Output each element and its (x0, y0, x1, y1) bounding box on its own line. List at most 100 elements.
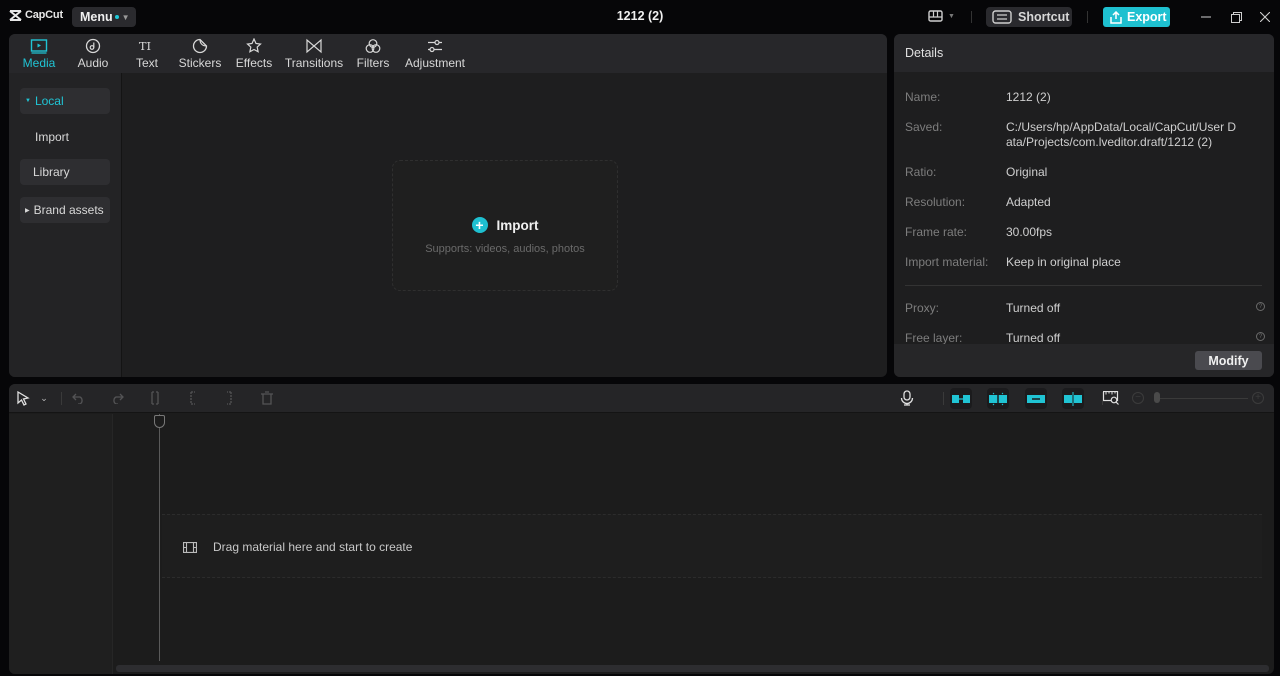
preview-axis-button[interactable] (1062, 388, 1084, 409)
select-tool-dropdown[interactable]: ⌄ (36, 390, 52, 406)
sidebar-item-library[interactable]: Library (20, 159, 110, 185)
sidebar-item-label: Import (35, 130, 70, 144)
divider (61, 392, 62, 405)
import-label: Import (496, 217, 539, 233)
zoom-out-button[interactable]: − (1132, 392, 1144, 404)
close-button[interactable] (1257, 9, 1273, 25)
svg-text:TI: TI (139, 39, 151, 53)
shortcut-button[interactable]: Shortcut (986, 7, 1072, 27)
tab-filters[interactable]: Filters (348, 34, 398, 73)
divider (905, 285, 1262, 286)
notification-dot (114, 15, 119, 19)
plus-icon: + (1255, 392, 1261, 403)
tab-transitions[interactable]: Transitions (280, 34, 348, 73)
transitions-icon (306, 38, 322, 54)
chevron-down-icon: ⌄ (40, 392, 48, 403)
playhead-handle[interactable] (154, 415, 165, 428)
delete-right-button[interactable] (221, 390, 237, 406)
sidebar-item-import[interactable]: Import (20, 124, 110, 150)
detail-value: 30.00fps (1006, 225, 1053, 239)
chevron-down-icon: ▼ (121, 12, 130, 22)
tab-stickers[interactable]: Stickers (172, 34, 228, 73)
detail-row-saved: Saved: C:/Users/hp/AppData/Local/CapCut/… (905, 120, 1265, 150)
preview-axis-icon (1064, 391, 1082, 406)
delete-button[interactable] (259, 390, 275, 406)
keyboard-icon (992, 10, 1012, 24)
sidebar-item-local[interactable]: ▼ Local (20, 88, 110, 114)
tab-effects-label: Effects (235, 56, 273, 70)
auto-snapping-button[interactable] (987, 388, 1009, 409)
detail-key: Name: (905, 90, 941, 104)
split-button[interactable] (147, 390, 163, 406)
track-headers (9, 414, 113, 674)
title-bar: CapCut Menu ▼ 1212 (2) ▼ Shortcut Export (0, 0, 1280, 33)
detail-row-ratio: Ratio: Original (905, 165, 1265, 180)
modify-button[interactable]: Modify (1195, 351, 1262, 370)
timeline-horizontal-scrollbar[interactable] (116, 665, 1269, 672)
minimize-icon (1201, 16, 1211, 18)
tab-stickers-label: Stickers (178, 56, 222, 70)
divider (1087, 11, 1088, 23)
import-drop-area[interactable]: + Import Supports: videos, audios, photo… (392, 160, 618, 291)
zoom-to-fit-button[interactable] (1103, 390, 1119, 406)
adjustment-icon (428, 39, 442, 53)
filters-icon (365, 39, 381, 53)
app-logo: CapCut (9, 9, 63, 21)
record-audio-button[interactable] (899, 390, 915, 406)
redo-button[interactable] (109, 390, 125, 406)
trash-icon (261, 391, 273, 405)
film-icon (183, 542, 197, 553)
sidebar-item-brand-assets[interactable]: ▶ Brand assets (20, 197, 110, 223)
detail-row-import-material: Import material: Keep in original place (905, 255, 1265, 270)
text-icon: TI (139, 39, 151, 53)
detail-value: Adapted (1006, 195, 1051, 209)
linkage-button[interactable] (1025, 388, 1047, 409)
export-button[interactable]: Export (1103, 7, 1170, 27)
playhead[interactable] (159, 414, 160, 661)
timeline-zoom-handle[interactable] (1154, 392, 1160, 403)
select-tool-button[interactable] (15, 390, 31, 406)
media-sidebar: ▼ Local Import Library ▶ Brand assets (9, 73, 122, 377)
help-icon[interactable]: ? (1256, 332, 1265, 341)
detail-key: Import material: (905, 255, 989, 269)
zoom-in-button[interactable]: + (1252, 392, 1264, 404)
import-button[interactable]: + Import (393, 217, 617, 233)
undo-button[interactable] (71, 390, 87, 406)
detail-row-frame-rate: Frame rate: 30.00fps (905, 225, 1265, 240)
detail-key: Frame rate: (905, 225, 968, 239)
tab-effects[interactable]: Effects (228, 34, 280, 73)
divider (943, 392, 944, 405)
tab-adjustment-label: Adjustment (404, 56, 466, 70)
caret-down-icon: ▼ (25, 98, 31, 104)
layout-button[interactable]: ▼ (928, 10, 955, 22)
tab-adjustment[interactable]: Adjustment (398, 34, 472, 73)
delete-left-button[interactable] (185, 390, 201, 406)
sidebar-item-label: Library (33, 165, 70, 179)
tab-transitions-label: Transitions (284, 56, 344, 70)
restore-icon (1230, 11, 1242, 23)
stickers-icon (192, 38, 208, 54)
minimize-button[interactable] (1198, 9, 1214, 25)
tab-filters-label: Filters (356, 56, 390, 70)
split-icon (151, 391, 159, 405)
cursor-icon (17, 390, 30, 406)
tab-audio[interactable]: Audio (64, 34, 122, 73)
menu-button[interactable]: Menu ▼ (72, 7, 136, 27)
tab-text-label: Text (135, 56, 158, 70)
timeline-drop-zone[interactable]: Drag material here and start to create (162, 514, 1262, 578)
sidebar-item-label: Brand assets (33, 203, 104, 217)
main-track-magnet-button[interactable] (950, 388, 972, 409)
restore-button[interactable] (1228, 9, 1244, 25)
timeline-zoom-slider[interactable] (1158, 398, 1248, 399)
tab-text[interactable]: TI Text (122, 34, 172, 73)
detail-value: Keep in original place (1006, 255, 1121, 269)
detail-value: C:/Users/hp/AppData/Local/CapCut/User Da… (1006, 120, 1237, 149)
magnet-track-icon (952, 394, 970, 403)
detail-row-name: Name: 1212 (2) (905, 90, 1265, 105)
tab-media[interactable]: Media (14, 34, 64, 73)
help-icon[interactable]: ? (1256, 302, 1265, 311)
sidebar-item-label: Local (34, 94, 64, 108)
media-panel: Media Audio TI Text Stickers Effects Tra… (9, 34, 887, 377)
caret-right-icon: ▶ (25, 207, 30, 214)
detail-value: 1212 (2) (1006, 90, 1051, 104)
